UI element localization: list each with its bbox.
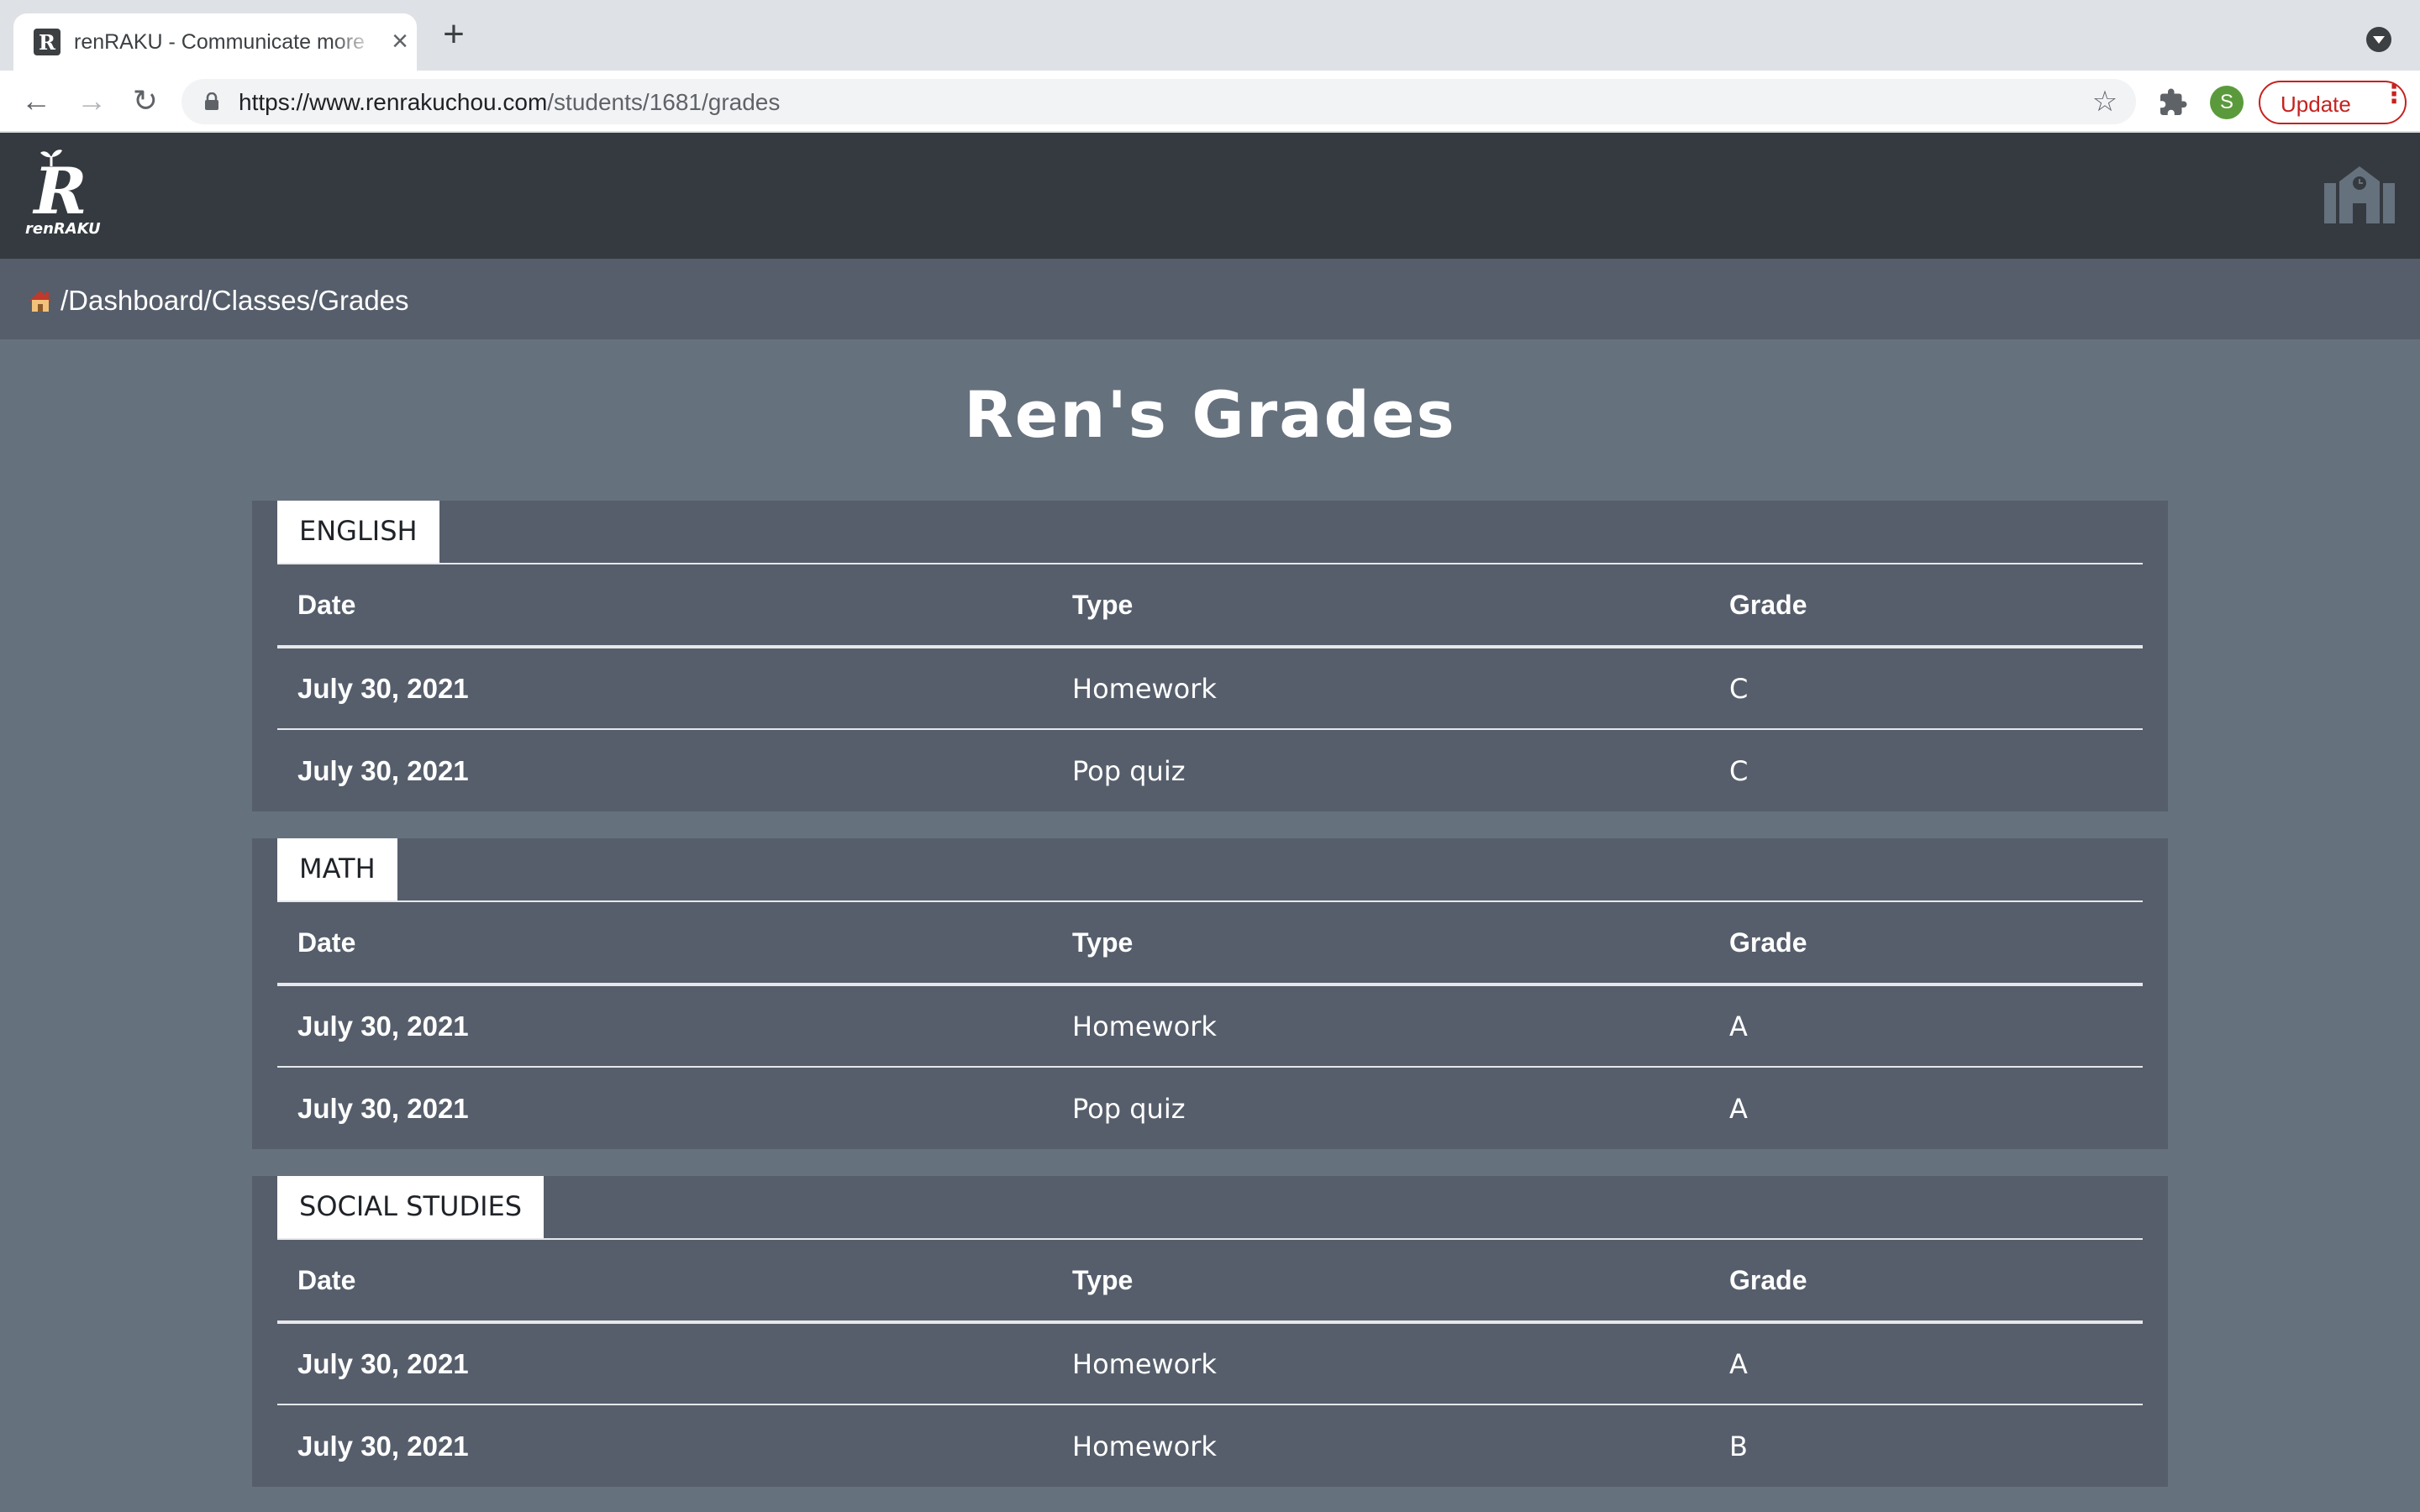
grade-date: July 30, 2021 [297, 1010, 469, 1042]
subject-tab[interactable]: SOCIAL STUDIES [277, 1176, 544, 1240]
subject-tab[interactable]: MATH [277, 838, 397, 902]
new-tab-button[interactable]: + [437, 16, 471, 53]
column-header-type: Type [1052, 564, 1709, 648]
tab-search-icon[interactable] [2366, 27, 2391, 52]
column-header-grade: Grade [1709, 564, 2143, 648]
reload-button[interactable]: ↻ [126, 82, 165, 121]
grades-table: Date Type Grade July 30, 2021 Homework C Ju… [277, 564, 2143, 811]
grade-date: July 30, 2021 [297, 1347, 469, 1379]
page-title: Ren's Grades [964, 377, 1456, 452]
column-header-date: Date [277, 902, 1052, 986]
app-header: R renRAKU [0, 133, 2420, 259]
table-body: July 30, 2021 Homework C July 30, 2021 Pop q… [277, 647, 2143, 811]
url-host: https://www.renrakuchou.com [239, 89, 548, 115]
grade-date: July 30, 2021 [277, 728, 1052, 811]
puzzle-piece-icon[interactable] [2158, 87, 2188, 118]
subject-card: ENGLISH Date Type Grade July 30, 2021 Hom… [252, 501, 2168, 811]
grade-value: A [1729, 1347, 1748, 1380]
grades-table: Date Type Grade July 30, 2021 Homework A Ju… [277, 1240, 2143, 1487]
grade-value: A [1709, 1066, 2143, 1149]
table-header-row: Date Type Grade [277, 1240, 2143, 1324]
browser-tab[interactable]: R renRAKU - Communicate more × [13, 13, 417, 71]
table-row: July 30, 2021 Homework A [277, 1322, 2143, 1404]
tab-title: renRAKU - Communicate more [74, 30, 365, 54]
breadcrumb: /Dashboard/Classes/Grades [27, 284, 409, 318]
table-header-row: Date Type Grade [277, 564, 2143, 648]
url-path: /students/1681/grades [547, 89, 781, 115]
lock-icon[interactable] [203, 92, 220, 111]
back-button[interactable]: ← [17, 82, 55, 121]
grade-value: A [1729, 1010, 1748, 1042]
grade-type: Pop quiz [1052, 728, 1709, 811]
column-header-grade: Grade [1709, 902, 2143, 986]
grade-type: Homework [1072, 672, 1217, 705]
browser-toolbar: ← → ↻ https://www.renrakuchou.com/studen… [0, 71, 2420, 133]
column-header-date: Date [277, 564, 1052, 648]
grade-value: C [1729, 672, 1749, 705]
table-header-row: Date Type Grade [277, 902, 2143, 986]
profile-avatar[interactable]: S [2210, 86, 2244, 119]
grade-value: B [1709, 1404, 2143, 1487]
grade-date: July 30, 2021 [297, 672, 469, 704]
bookmark-star-icon[interactable]: ☆ [2091, 87, 2119, 116]
table-row: July 30, 2021 Pop quiz C [277, 728, 2143, 811]
renraku-favicon-icon: R [34, 29, 60, 55]
renraku-logo[interactable]: R renRAKU [25, 150, 101, 245]
grade-value: C [1709, 728, 2143, 811]
close-tab-icon[interactable]: × [387, 27, 413, 55]
grade-date: July 30, 2021 [277, 1066, 1052, 1149]
grade-date: July 30, 2021 [277, 1404, 1052, 1487]
grade-type: Homework [1052, 1404, 1709, 1487]
home-icon[interactable] [27, 287, 54, 314]
logo-text: renRAKU [25, 220, 101, 238]
table-row: July 30, 2021 Homework C [277, 647, 2143, 729]
grade-type: Pop quiz [1052, 1066, 1709, 1149]
table-body: July 30, 2021 Homework A July 30, 2021 Pop q… [277, 984, 2143, 1149]
column-header-type: Type [1052, 902, 1709, 986]
address-bar[interactable]: https://www.renrakuchou.com/students/168… [182, 79, 2136, 124]
update-button[interactable]: Update ⋮ [2259, 81, 2407, 124]
subject-tab[interactable]: ENGLISH [277, 501, 439, 564]
breadcrumb-path[interactable]: /Dashboard/Classes/Grades [60, 285, 409, 317]
update-label: Update [2281, 92, 2351, 117]
grade-type: Homework [1072, 1347, 1217, 1380]
table-row: July 30, 2021 Pop quiz A [277, 1066, 2143, 1149]
column-header-date: Date [277, 1240, 1052, 1324]
column-header-grade: Grade [1709, 1240, 2143, 1324]
subject-card: MATH Date Type Grade July 30, 2021 Homewo… [252, 838, 2168, 1149]
grade-type: Homework [1072, 1010, 1217, 1042]
column-header-type: Type [1052, 1240, 1709, 1324]
menu-dots-icon[interactable]: ⋮ [2381, 82, 2407, 116]
grades-table: Date Type Grade July 30, 2021 Homework A Ju… [277, 902, 2143, 1149]
subject-card: SOCIAL STUDIES Date Type Grade July 30, … [252, 1176, 2168, 1487]
forward-button[interactable]: → [72, 82, 111, 121]
browser-tabstrip: R renRAKU - Communicate more × + [0, 0, 2420, 71]
logo-letter: R [34, 154, 87, 228]
url-text[interactable]: https://www.renrakuchou.com/students/168… [239, 89, 780, 116]
school-building-icon[interactable] [2324, 165, 2395, 223]
table-row: July 30, 2021 Homework B [277, 1404, 2143, 1487]
table-body: July 30, 2021 Homework A July 30, 2021 Homew… [277, 1322, 2143, 1487]
table-row: July 30, 2021 Homework A [277, 984, 2143, 1067]
breadcrumb-bar: /Dashboard/Classes/Grades [0, 259, 2420, 339]
